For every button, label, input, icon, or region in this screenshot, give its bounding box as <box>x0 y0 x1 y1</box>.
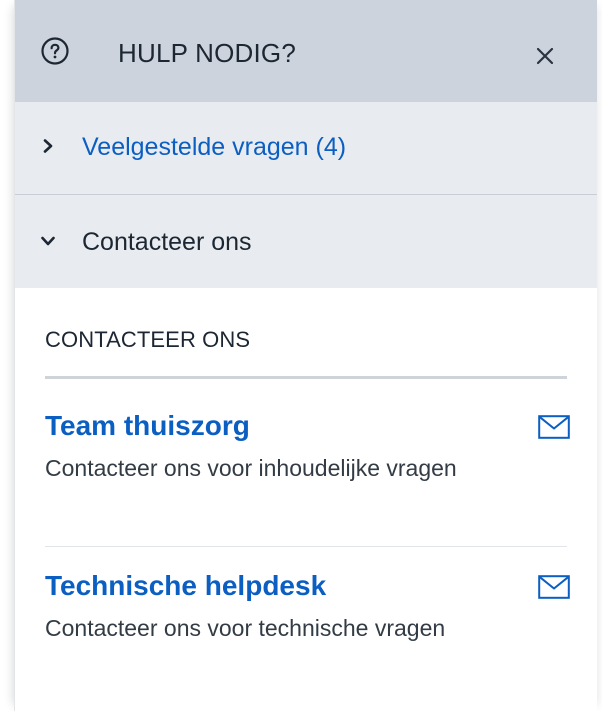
question-circle-icon <box>41 37 69 65</box>
contact-accordion-label[interactable]: Contacteer ons <box>82 228 252 257</box>
contact-item-title[interactable]: Technische helpdesk <box>45 570 326 602</box>
contact-item-technische-helpdesk: Technische helpdesk Contacteer ons voor … <box>45 570 570 690</box>
faq-accordion-toggle[interactable]: Veelgestelde vragen (4) <box>15 102 597 195</box>
contact-item-team-thuiszorg: Team thuiszorg Contacteer ons voor inhou… <box>45 410 570 547</box>
close-icon[interactable] <box>533 44 557 68</box>
contact-item-title[interactable]: Team thuiszorg <box>45 410 250 442</box>
faq-accordion-label[interactable]: Veelgestelde vragen (4) <box>82 133 346 162</box>
help-panel: HULP NODIG? Veelgestelde vragen (4) Cont… <box>14 0 597 711</box>
mail-icon[interactable] <box>538 575 570 599</box>
contact-section-title: CONTACTEER ONS <box>45 327 251 352</box>
contact-item-description: Contacteer ons voor inhoudelijke vragen <box>45 455 457 481</box>
panel-title: HULP NODIG? <box>118 38 296 68</box>
section-divider <box>45 376 567 379</box>
mail-icon[interactable] <box>538 415 570 439</box>
contact-item-description: Contacteer ons voor technische vragen <box>45 615 446 641</box>
help-panel-header: HULP NODIG? <box>15 0 597 102</box>
chevron-right-icon <box>43 139 53 153</box>
contact-accordion-toggle[interactable]: Contacteer ons <box>15 195 597 288</box>
chevron-down-icon <box>41 236 55 246</box>
